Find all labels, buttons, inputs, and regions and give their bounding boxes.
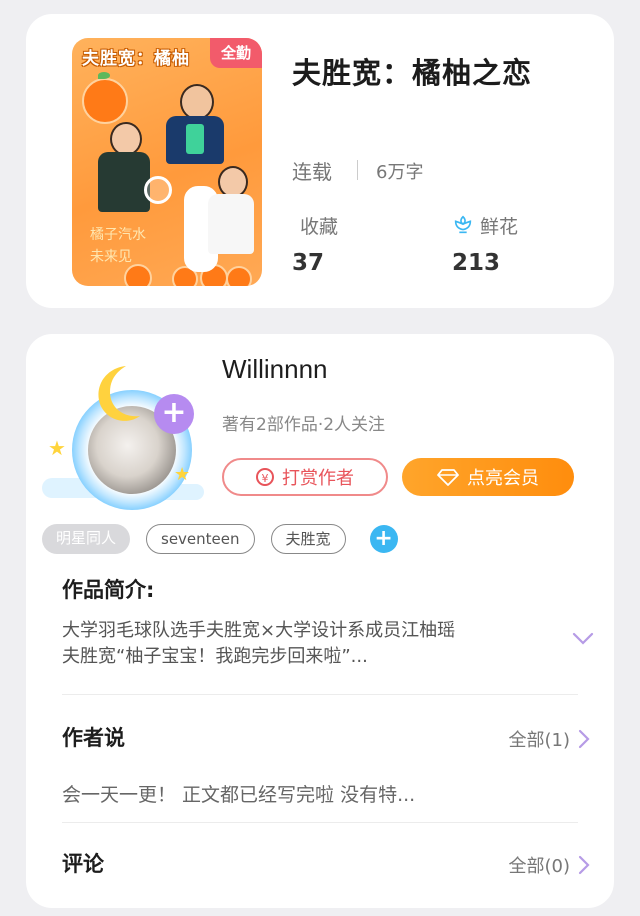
author-note-text[interactable]: 会一天一更！ 正文都已经写完啦 没有特...	[62, 780, 415, 807]
flower-icon	[454, 215, 472, 234]
book-title: 夫胜宽：橘柚之恋	[292, 56, 533, 90]
activate-vip-label: 点亮会员	[467, 468, 539, 489]
cover-handwriting: 橘子汽水 未来见	[90, 227, 146, 265]
book-info-card: 夫胜宽：橘柚 全勤 橘子汽水 未来见 夫胜宽：橘柚之恋 连载 6万字 收藏 37…	[26, 14, 614, 308]
add-tag-button[interactable]: +	[369, 525, 398, 553]
divider	[62, 694, 578, 695]
comments-all-link[interactable]: 全部(0)	[509, 852, 591, 878]
author-info-card: ★ ★ + Willinnnn 著有2部作品·2人关注 ¥ 打赏作者 点亮会员 …	[26, 334, 614, 908]
comments-heading: 评论	[62, 852, 104, 876]
author-note-heading: 作者说	[62, 726, 125, 750]
tip-author-label: 打赏作者	[282, 468, 354, 489]
moon-icon	[98, 366, 140, 421]
avatar[interactable]: ★ ★ +	[36, 348, 206, 510]
tag-item[interactable]: 明星同人	[42, 524, 131, 554]
divider	[357, 160, 358, 180]
tag-item[interactable]: 夫胜宽	[270, 524, 346, 554]
chevron-down-icon[interactable]	[572, 632, 594, 646]
favorites-count: 37	[292, 250, 325, 276]
divider	[62, 822, 578, 823]
tag-list: 明星同人 seventeen 夫胜宽 +	[42, 524, 398, 554]
cover-title-text: 夫胜宽：橘柚	[82, 49, 190, 69]
book-cover-image[interactable]: 夫胜宽：橘柚 全勤 橘子汽水 未来见	[72, 38, 262, 286]
activate-vip-button[interactable]: 点亮会员	[402, 458, 574, 496]
intro-text[interactable]: 大学羽毛球队选手夫胜宽×大学设计系成员江柚瑶 夫胜宽“柚子宝宝！我跑完步回来啦”…	[62, 618, 532, 670]
star-icon: ★	[48, 436, 66, 460]
tag-item[interactable]: seventeen	[146, 524, 255, 554]
flowers-count: 213	[452, 250, 501, 276]
favorites-label: 收藏	[300, 216, 339, 238]
full-attendance-badge: 全勤	[210, 38, 262, 68]
word-count: 6万字	[376, 162, 424, 183]
author-meta: 著有2部作品·2人关注	[222, 415, 386, 435]
yen-coin-icon: ¥	[256, 468, 274, 486]
follow-plus-button[interactable]: +	[154, 394, 194, 434]
tip-author-button[interactable]: ¥ 打赏作者	[222, 458, 388, 496]
chevron-right-icon	[578, 729, 590, 749]
star-icon: ★	[174, 464, 191, 485]
author-note-all-link[interactable]: 全部(1)	[509, 726, 591, 752]
diamond-icon	[437, 469, 459, 486]
flowers-label: 鲜花	[480, 216, 519, 238]
author-name[interactable]: Willinnnn	[222, 354, 328, 385]
serialization-status: 连载	[292, 160, 332, 184]
intro-heading: 作品简介:	[62, 578, 155, 602]
chevron-right-icon	[578, 855, 590, 875]
